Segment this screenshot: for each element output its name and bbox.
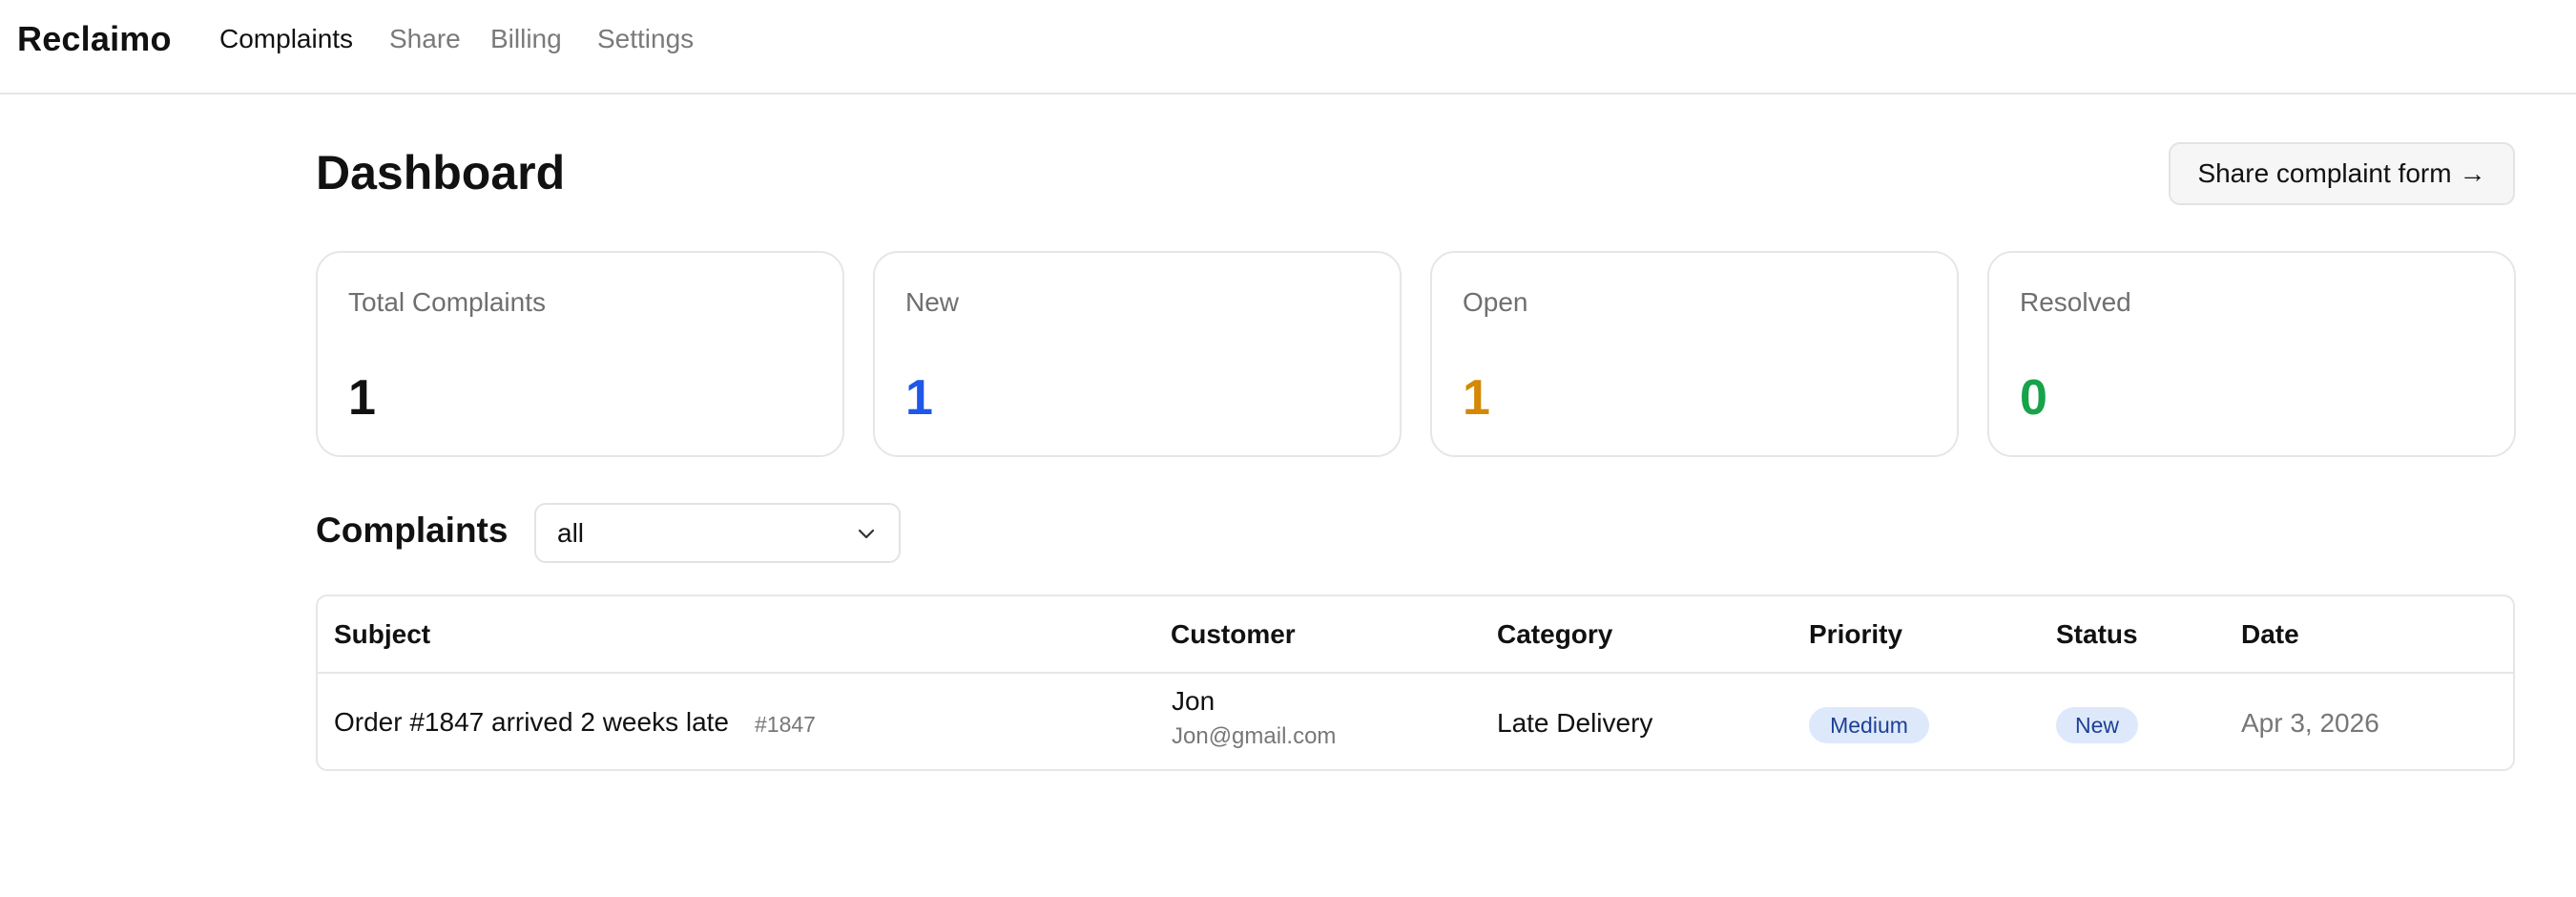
stat-card-resolved: Resolved 0 [1987,251,2516,457]
page-title: Dashboard [316,146,566,199]
status-filter-select[interactable]: all [534,503,901,563]
share-complaint-form-button[interactable]: Share complaint form → [2169,142,2515,205]
nav-link-complaints[interactable]: Complaints [219,24,353,54]
stat-value: 1 [905,370,933,426]
column-header-category[interactable]: Category [1497,619,1612,650]
nav-link-share[interactable]: Share [389,24,461,54]
stat-value: 1 [1463,370,1490,426]
stat-label: New [905,287,960,317]
column-header-customer[interactable]: Customer [1171,619,1296,650]
complaint-subject[interactable]: Order #1847 arrived 2 weeks late [334,707,729,738]
complaint-category: Late Delivery [1497,708,1653,738]
table-row[interactable]: Order #1847 arrived 2 weeks late #1847 J… [318,676,2513,769]
filter-selected-value: all [557,518,585,548]
column-header-priority[interactable]: Priority [1809,619,1902,650]
customer-name: Jon [1172,686,1215,716]
arrow-right-icon: → [2459,158,2486,188]
complaints-table: Subject Customer Category Priority Statu… [316,595,2515,771]
stat-label: Open [1463,287,1528,317]
brand-logo[interactable]: Reclaimo [17,19,172,59]
priority-badge: Medium [1809,707,1929,743]
column-header-date[interactable]: Date [2241,619,2299,650]
nav-link-billing[interactable]: Billing [490,24,562,54]
complaint-date: Apr 3, 2026 [2241,708,2379,738]
customer-email: Jon@gmail.com [1172,723,1337,749]
nav-link-settings[interactable]: Settings [597,24,694,54]
stat-card-total: Total Complaints 1 [316,251,844,457]
complaints-section-title: Complaints [316,511,509,550]
stat-card-new: New 1 [873,251,1402,457]
stat-value: 0 [2020,370,2047,426]
complaint-ref: #1847 [755,712,816,737]
column-header-status[interactable]: Status [2056,619,2138,650]
share-button-label: Share complaint form [2197,158,2452,188]
chevron-down-icon [858,529,875,539]
status-badge: New [2056,707,2138,743]
column-header-subject[interactable]: Subject [334,619,430,650]
stat-card-open: Open 1 [1430,251,1959,457]
stat-label: Resolved [2020,287,2131,317]
table-header: Subject Customer Category Priority Statu… [318,596,2513,674]
top-nav: Reclaimo Complaints Share Billing Settin… [0,0,2576,94]
stat-label: Total Complaints [348,287,546,317]
stat-value: 1 [348,370,376,426]
